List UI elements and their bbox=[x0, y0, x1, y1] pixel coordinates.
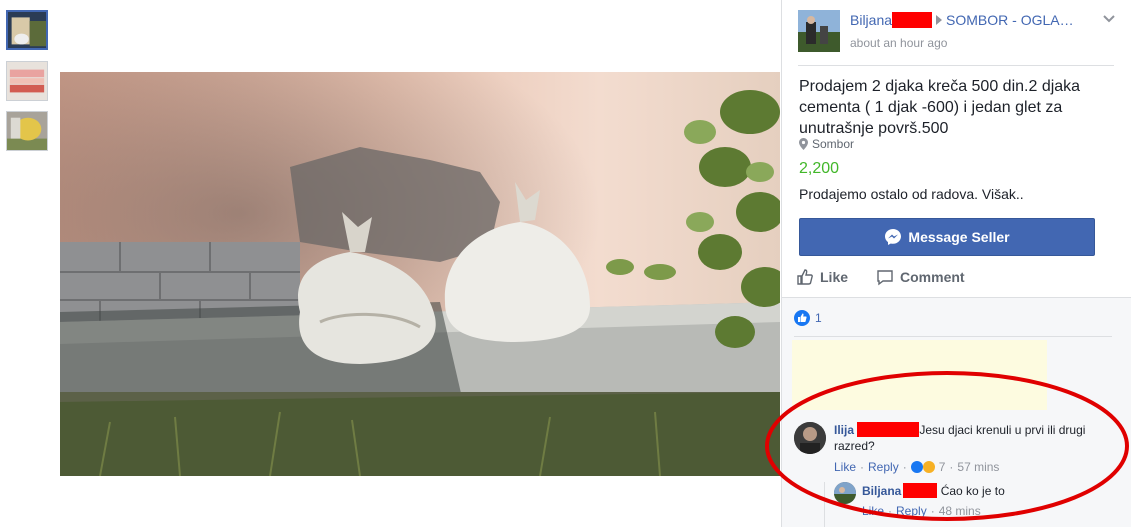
group-name[interactable]: SOMBOR - OGLA… bbox=[946, 12, 1074, 28]
comment-1: Ilija Jesu djaci krenuli u prvi ili drug… bbox=[834, 422, 1104, 454]
post-time[interactable]: about an hour ago bbox=[850, 36, 947, 50]
commenter-avatar[interactable] bbox=[794, 422, 826, 454]
comment-2: Biljana Ćao ko je to bbox=[862, 483, 1102, 499]
redaction-block bbox=[903, 483, 938, 498]
reply-reply-link[interactable]: Reply bbox=[896, 504, 927, 518]
reply-text: Ćao ko je to bbox=[940, 484, 1005, 498]
comment-1-meta: Like · Reply · 7 · 57 mins bbox=[834, 460, 1000, 474]
location-pin-icon bbox=[799, 138, 808, 150]
comments-section: 1 Ilija Jesu djaci krenuli u prvi ili dr… bbox=[782, 297, 1131, 527]
reply-like-link[interactable]: Like bbox=[862, 504, 884, 518]
comment-author[interactable]: Ilija bbox=[834, 423, 854, 437]
listing-photo bbox=[60, 72, 780, 476]
reply-author[interactable]: Biljana bbox=[862, 484, 901, 498]
listing-description: Prodajemo ostalo od radova. Višak.. bbox=[799, 186, 1024, 202]
like-reaction-icon bbox=[794, 310, 810, 326]
seller-name[interactable]: Biljana bbox=[850, 12, 892, 28]
listing-price: 2,200 bbox=[799, 160, 840, 177]
comment-time[interactable]: 57 mins bbox=[957, 460, 999, 474]
redaction-block bbox=[892, 12, 933, 28]
location-text: Sombor bbox=[812, 137, 855, 151]
reply-thread-line bbox=[824, 482, 825, 527]
comment-reply-link[interactable]: Reply bbox=[868, 460, 899, 474]
reply-time[interactable]: 48 mins bbox=[939, 504, 981, 518]
chevron-down-icon[interactable] bbox=[1100, 10, 1118, 28]
comment-button[interactable]: Comment bbox=[876, 268, 965, 286]
like-label: Like bbox=[820, 269, 849, 285]
comment-label: Comment bbox=[900, 269, 965, 285]
action-bar: Like Comment bbox=[796, 265, 993, 289]
thumbnail-2[interactable] bbox=[6, 61, 48, 101]
post-header: Biljana SOMBOR - OGLA… bbox=[850, 12, 1100, 28]
highlight-area bbox=[792, 340, 1047, 410]
marketplace-viewer: Biljana SOMBOR - OGLA… about an hour ago … bbox=[0, 0, 1131, 527]
like-reaction-icon bbox=[910, 461, 923, 473]
divider bbox=[798, 65, 1114, 66]
arrow-icon bbox=[936, 15, 943, 25]
comment-bubble-icon bbox=[877, 270, 893, 286]
redaction-block bbox=[857, 422, 920, 437]
comment-reaction-count[interactable]: 7 bbox=[939, 460, 946, 474]
replier-avatar[interactable] bbox=[834, 482, 856, 504]
like-thumb-icon bbox=[797, 269, 813, 285]
reaction-summary[interactable]: 1 bbox=[794, 310, 822, 326]
message-seller-button[interactable]: Message Seller bbox=[799, 218, 1095, 256]
haha-reaction-icon bbox=[922, 461, 935, 473]
like-button[interactable]: Like bbox=[796, 268, 848, 286]
message-seller-label: Message Seller bbox=[908, 229, 1010, 245]
thumbnail-3[interactable] bbox=[6, 111, 48, 151]
comment-2-meta: Like · Reply · 48 mins bbox=[862, 504, 981, 518]
divider bbox=[794, 336, 1112, 337]
comment-like-link[interactable]: Like bbox=[834, 460, 856, 474]
thumbnail-1[interactable] bbox=[6, 10, 48, 50]
reaction-count: 1 bbox=[815, 311, 822, 325]
listing-location: Sombor bbox=[799, 137, 854, 151]
listing-details-panel: Biljana SOMBOR - OGLA… about an hour ago … bbox=[781, 0, 1131, 527]
listing-title: Prodajem 2 djaka kreča 500 din.2 djaka c… bbox=[799, 78, 1081, 137]
messenger-icon bbox=[885, 229, 902, 245]
seller-avatar[interactable] bbox=[798, 10, 840, 52]
